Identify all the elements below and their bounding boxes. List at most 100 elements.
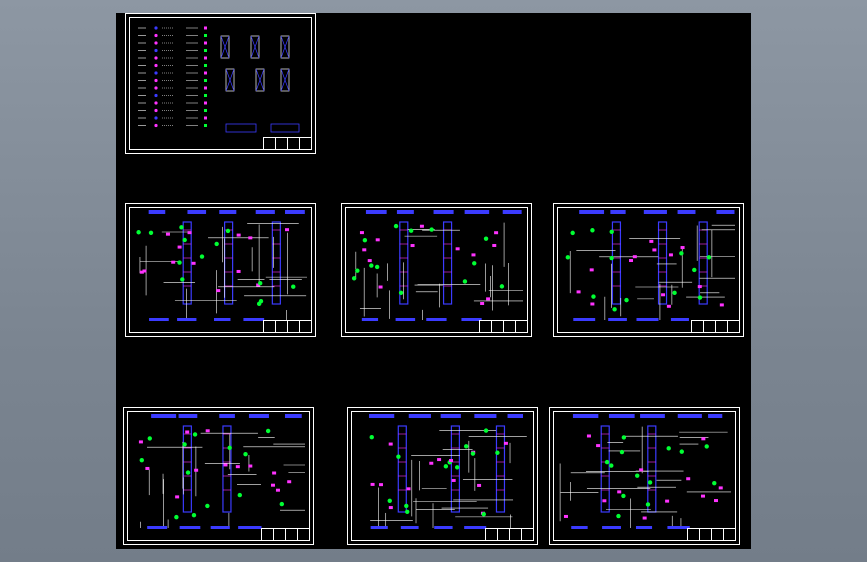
control-valve	[471, 253, 476, 257]
instrument-bubble	[237, 492, 242, 498]
control-valve	[236, 269, 241, 273]
instrument-bubble	[374, 264, 380, 270]
instrument-bubble	[483, 236, 489, 241]
instrument-bubble	[136, 230, 141, 235]
title-block	[261, 528, 310, 541]
legend-symbol	[204, 79, 207, 82]
control-valve	[406, 487, 411, 491]
control-valve	[375, 238, 380, 242]
legend-symbol	[154, 48, 158, 53]
pid-sheet-4[interactable]	[123, 407, 314, 545]
control-valve	[138, 440, 143, 444]
legend-symbol	[204, 101, 207, 105]
control-valve	[661, 293, 666, 297]
title-text	[284, 414, 302, 418]
legend-symbol	[204, 116, 207, 120]
instrument-bubble	[635, 473, 640, 478]
control-valve	[205, 429, 210, 433]
control-valve	[494, 231, 499, 235]
control-valve	[563, 514, 568, 518]
title-text	[572, 414, 599, 418]
instrument-bubble	[243, 451, 248, 457]
instrument-bubble	[174, 514, 179, 520]
control-valve	[666, 304, 671, 308]
control-valve	[139, 270, 144, 274]
control-valve	[632, 255, 637, 259]
title-text	[507, 414, 524, 418]
instrument-bubble	[351, 276, 357, 281]
instrument-bubble	[679, 449, 684, 454]
control-valve	[492, 243, 497, 247]
pid-sheet-3[interactable]	[553, 203, 744, 337]
legend-sheet[interactable]	[125, 13, 316, 154]
control-valve	[270, 483, 275, 487]
control-valve	[697, 285, 702, 289]
title-text	[408, 414, 431, 418]
pid-drawing-3	[565, 210, 735, 321]
pid-sheet-5[interactable]	[347, 407, 538, 545]
control-valve	[602, 499, 607, 503]
instrument-bubble	[369, 263, 374, 268]
control-valve	[177, 245, 182, 249]
control-valve	[480, 301, 485, 305]
instrument-bubble	[679, 251, 684, 256]
instrument-bubble	[621, 435, 627, 440]
legend-symbol	[204, 49, 207, 52]
stream-label	[608, 318, 627, 321]
control-valve	[629, 259, 634, 263]
control-valve	[175, 495, 180, 499]
column-vessel	[611, 221, 622, 305]
instrument-bubble	[604, 459, 610, 465]
pid-drawing-2	[351, 210, 523, 321]
instrument-bubble	[225, 228, 231, 234]
title-text	[608, 414, 635, 418]
title-block	[485, 528, 534, 541]
legend-symbol	[204, 26, 207, 30]
pid-drawing-4	[138, 414, 305, 529]
legend-symbol	[204, 41, 207, 45]
stream-label	[370, 526, 388, 529]
legend-symbol	[204, 86, 207, 90]
control-valve	[668, 253, 673, 257]
control-valve	[437, 458, 442, 462]
instrument-bubble	[706, 255, 712, 260]
legend-symbol	[204, 34, 207, 37]
title-text	[219, 210, 237, 214]
instrument-bubble	[192, 432, 198, 437]
legend-symbol	[154, 33, 158, 38]
instrument-bubble	[647, 480, 653, 485]
instrument-bubble	[279, 501, 285, 507]
instrument-bubble	[472, 261, 477, 266]
control-valve	[429, 461, 434, 465]
control-valve	[701, 437, 706, 441]
instrument-bubble	[499, 284, 505, 289]
instrument-bubble	[182, 442, 187, 447]
instrument-bubble	[393, 223, 399, 229]
instrument-bubble	[258, 281, 263, 286]
instrument-bubble	[408, 228, 414, 233]
legend-symbol	[154, 108, 158, 113]
pid-sheet-6[interactable]	[549, 407, 740, 545]
instrument-bubble	[672, 290, 677, 296]
control-valve	[451, 478, 456, 482]
pid-sheet-2[interactable]	[341, 203, 532, 337]
pid-sheet-1[interactable]	[125, 203, 316, 337]
title-text	[396, 210, 414, 214]
instrument-bubble	[355, 268, 360, 273]
instrument-bubble	[291, 284, 296, 289]
instrument-bubble	[205, 503, 210, 509]
control-valve	[236, 233, 241, 237]
control-valve	[718, 486, 723, 490]
stream-label	[213, 318, 231, 321]
control-valve	[449, 459, 454, 463]
instrument-bubble	[191, 513, 197, 518]
instrument-bubble	[454, 465, 460, 470]
instrument-bubble	[177, 260, 182, 265]
instrument-bubble	[470, 451, 476, 456]
instrument-bubble	[179, 225, 184, 230]
instrument-bubble	[590, 228, 595, 233]
control-valve	[642, 516, 647, 520]
control-valve	[359, 231, 364, 235]
instrument-bubble	[147, 436, 152, 441]
instrument-bubble	[612, 307, 617, 312]
